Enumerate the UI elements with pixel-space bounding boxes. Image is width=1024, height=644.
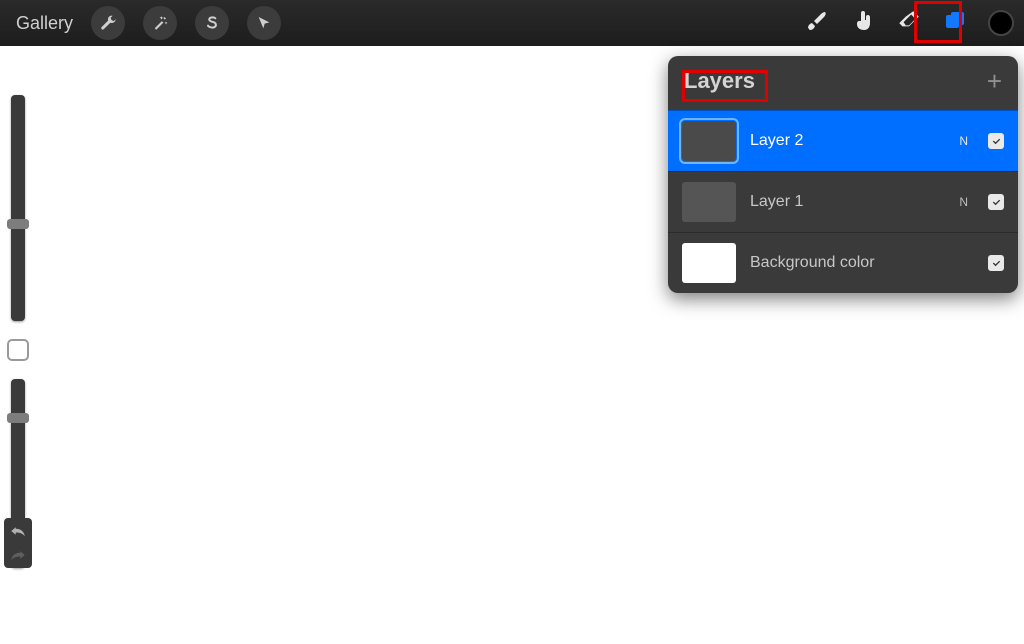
brush-tool-button[interactable] [794, 0, 840, 46]
wand-icon [151, 14, 169, 32]
layer-name-label: Background color [750, 254, 974, 272]
color-picker-button[interactable] [978, 0, 1024, 46]
selection-s-icon [204, 15, 220, 31]
finger-smudge-icon [851, 9, 875, 38]
layer-visibility-checkbox[interactable] [988, 133, 1004, 149]
undo-icon[interactable] [9, 524, 27, 538]
layer-visibility-checkbox[interactable] [988, 255, 1004, 271]
current-color-swatch [988, 10, 1014, 36]
brush-opacity-knob[interactable] [7, 413, 29, 423]
layer-thumbnail [682, 243, 736, 283]
plus-icon: + [987, 66, 1002, 96]
layer-row[interactable]: Layer 2 N [668, 110, 1018, 171]
gallery-link[interactable]: Gallery [16, 13, 73, 34]
wrench-icon [99, 14, 117, 32]
modify-button[interactable] [7, 339, 29, 361]
checkmark-icon [991, 197, 1002, 208]
paintbrush-icon [805, 9, 829, 38]
undo-redo-group [4, 518, 32, 568]
layer-blend-mode[interactable]: N [959, 134, 968, 148]
layer-visibility-checkbox[interactable] [988, 194, 1004, 210]
background-layer-row[interactable]: Background color [668, 232, 1018, 293]
layer-blend-mode[interactable]: N [959, 195, 968, 209]
layers-panel-header: Layers + [668, 56, 1018, 110]
checkmark-icon [991, 258, 1002, 269]
layer-row[interactable]: Layer 1 N [668, 171, 1018, 232]
adjustments-button[interactable] [143, 6, 177, 40]
layers-icon [943, 9, 967, 38]
layer-thumbnail [682, 182, 736, 222]
eraser-icon [896, 8, 922, 39]
brush-size-knob[interactable] [7, 219, 29, 229]
redo-icon[interactable] [9, 548, 27, 562]
layer-name-label: Layer 1 [750, 193, 945, 211]
transform-button[interactable] [247, 6, 281, 40]
eraser-tool-button[interactable] [886, 0, 932, 46]
top-toolbar: Gallery [0, 0, 1024, 46]
arrow-cursor-icon [256, 15, 272, 31]
actions-button[interactable] [91, 6, 125, 40]
selection-button[interactable] [195, 6, 229, 40]
layers-title: Layers [684, 68, 755, 94]
checkmark-icon [991, 136, 1002, 147]
layers-tool-button[interactable] [932, 0, 978, 46]
layer-name-label: Layer 2 [750, 132, 945, 150]
brush-size-slider[interactable] [11, 95, 25, 321]
side-sliders [6, 95, 30, 568]
add-layer-button[interactable]: + [987, 71, 1002, 91]
layers-panel: Layers + Layer 2 N Layer 1 N Background … [668, 56, 1018, 293]
smudge-tool-button[interactable] [840, 0, 886, 46]
layer-thumbnail [682, 121, 736, 161]
